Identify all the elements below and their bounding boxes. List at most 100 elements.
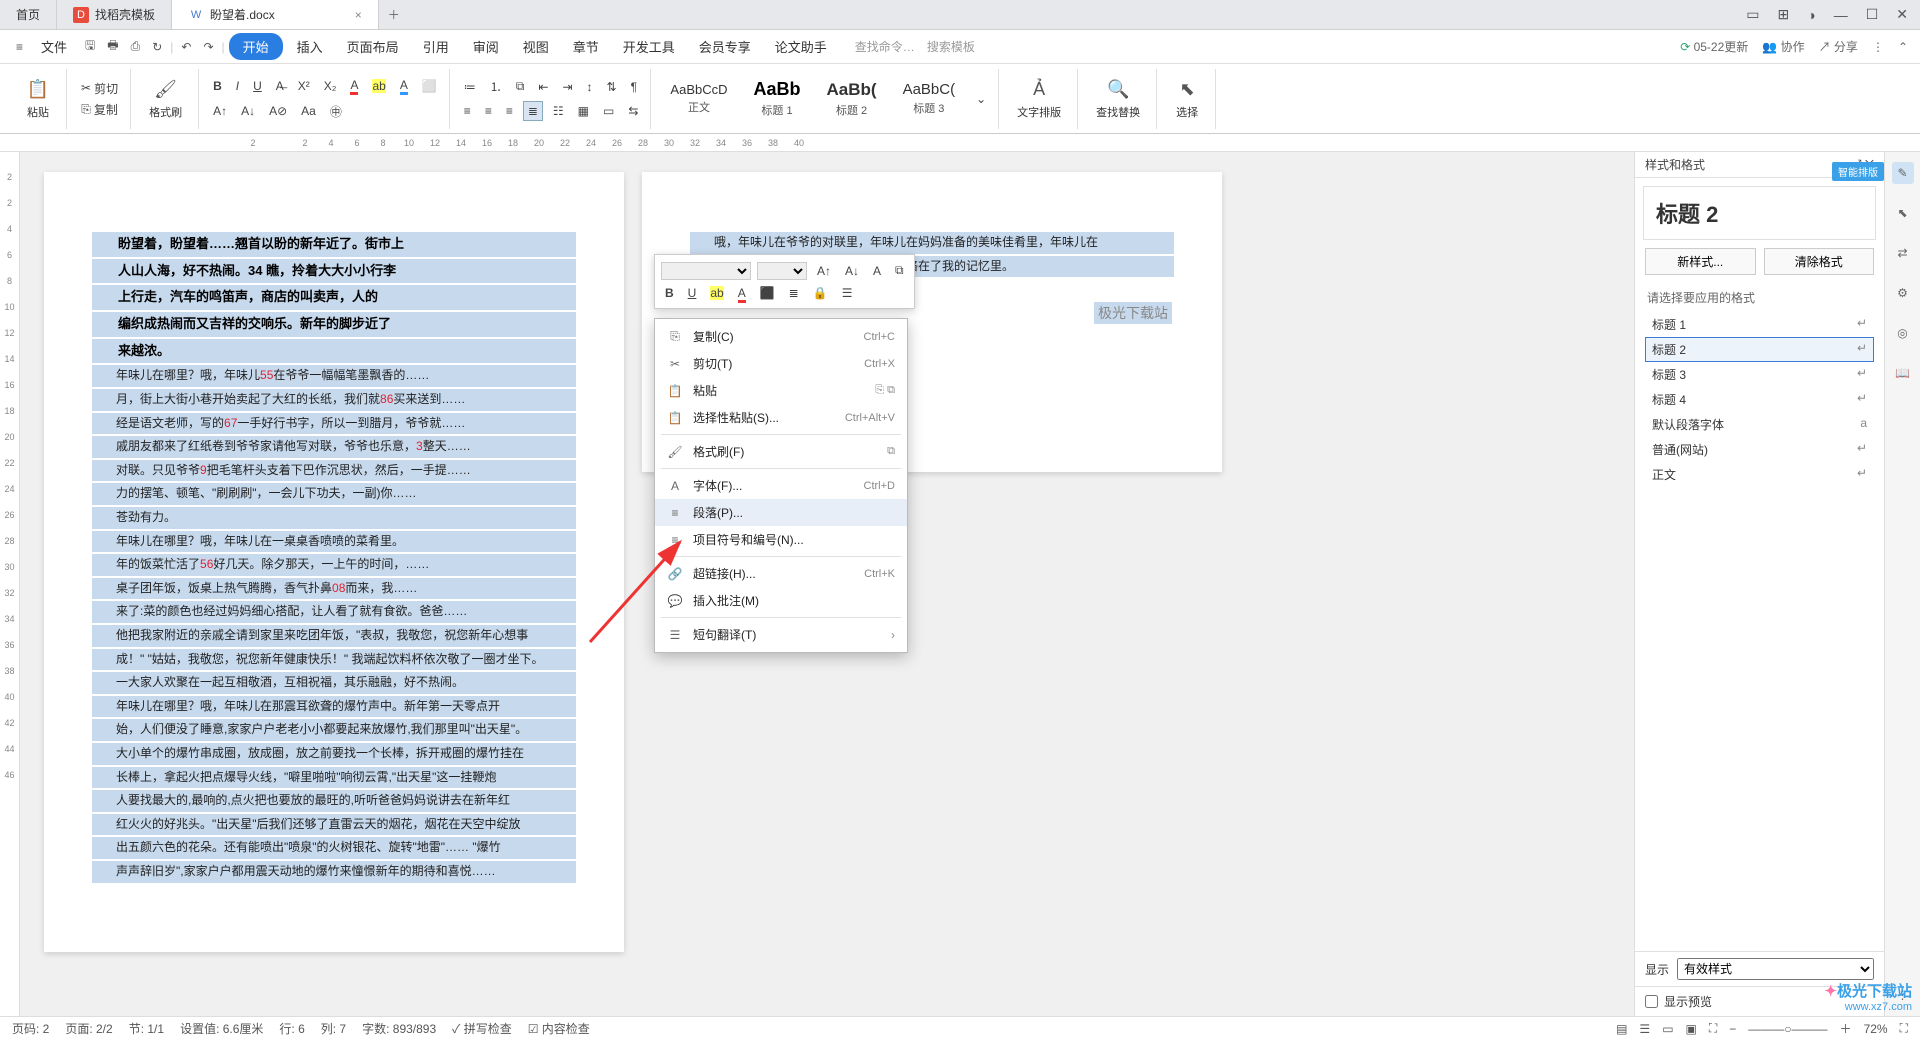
menu-file[interactable]: 文件 (31, 33, 77, 60)
search-template-input[interactable]: 搜索模板 (927, 38, 975, 55)
borders-button[interactable]: ▭ (599, 102, 618, 120)
style-heading1[interactable]: AaBb标题 1 (745, 74, 810, 123)
collapse-ribbon-icon[interactable]: ⌃ (1898, 40, 1908, 54)
zoom-slider[interactable]: ———○——— (1748, 1022, 1827, 1036)
text-layout-button[interactable]: Ả 文字排版 (1009, 74, 1069, 124)
mini-bold-icon[interactable]: B (661, 284, 678, 302)
view-outline-icon[interactable]: ▭ (1662, 1022, 1673, 1036)
preview-checkbox[interactable] (1645, 995, 1658, 1008)
menu-reference[interactable]: 引用 (413, 33, 459, 60)
redo-icon[interactable]: ↷ (199, 36, 217, 58)
menu-review[interactable]: 审阅 (463, 33, 509, 60)
clear-format-button-panel[interactable]: 清除格式 (1764, 248, 1875, 275)
strike-button[interactable]: A̶ (272, 77, 288, 95)
smart-layout-badge[interactable]: 智能排版 (1832, 162, 1884, 181)
view-web-icon[interactable]: ☰ (1639, 1022, 1650, 1036)
mini-clear-icon[interactable]: A (869, 262, 885, 280)
menu-insert[interactable]: 插入 (287, 33, 333, 60)
format-painter-button[interactable]: 🖌 格式刷 (141, 74, 190, 124)
mini-align-icon[interactable]: ≣ (785, 284, 803, 302)
line-spacing-button[interactable]: ↕ (583, 78, 597, 96)
style-more-button[interactable]: ⌄ (972, 90, 990, 108)
coop-button[interactable]: 👥 协作 (1762, 38, 1804, 55)
style-item-default-font[interactable]: 默认段落字体a (1645, 412, 1874, 437)
shading-button[interactable]: ▦ (574, 102, 593, 120)
mini-highlight-icon[interactable]: ab (706, 284, 727, 302)
search-command-input[interactable]: 查找命令… (855, 38, 915, 55)
style-item-heading1[interactable]: 标题 1↵ (1645, 312, 1874, 337)
copy-button[interactable]: ⎘ 复制 (77, 99, 122, 120)
current-style-display[interactable]: 标题 2 (1643, 186, 1876, 240)
grid-icon[interactable]: ⊞ (1778, 6, 1790, 23)
side-edit-icon[interactable]: ✎ (1892, 162, 1914, 184)
select-button[interactable]: ⬉ 选择 (1167, 74, 1207, 124)
style-heading2[interactable]: AaBb(标题 2 (818, 75, 886, 123)
horizontal-ruler[interactable]: 2246810121416182022242628303234363840 (0, 134, 1920, 152)
side-target-icon[interactable]: ◎ (1892, 322, 1914, 344)
grow-font-button[interactable]: A↑ (209, 102, 231, 120)
paste-button[interactable]: 📋 粘贴 (18, 74, 58, 124)
ctx-paste[interactable]: 📋粘贴⎘ ⧉ (655, 377, 907, 404)
align-left-button[interactable]: ≡ (460, 102, 475, 120)
underline-button[interactable]: U (249, 77, 266, 95)
bold-button[interactable]: B (209, 77, 226, 95)
zoom-value[interactable]: 72% (1864, 1022, 1888, 1036)
style-item-heading2[interactable]: 标题 2↵ (1645, 337, 1874, 362)
phonetic-button[interactable]: ㊥ (326, 101, 346, 122)
subscript-button[interactable]: X₂ (320, 77, 341, 95)
new-style-button[interactable]: 新样式... (1645, 248, 1756, 275)
ctx-paragraph[interactable]: ≡段落(P)... (655, 499, 907, 526)
close-button[interactable]: ✕ (1896, 6, 1908, 23)
menu-devtools[interactable]: 开发工具 (613, 33, 685, 60)
zoom-out-button[interactable]: − (1729, 1022, 1736, 1036)
highlight-button[interactable]: ab (368, 77, 389, 95)
view-print-icon[interactable]: ▤ (1616, 1022, 1627, 1036)
ctx-paste-special[interactable]: 📋选择性粘贴(S)...Ctrl+Alt+V (655, 404, 907, 431)
more-icon[interactable]: ⋮ (1872, 40, 1884, 54)
side-cursor-icon[interactable]: ⬉ (1892, 202, 1914, 224)
style-item-web[interactable]: 普通(网站)↵ (1645, 437, 1874, 462)
clear-format-button[interactable]: A⊘ (265, 102, 291, 120)
menu-member[interactable]: 会员专享 (689, 33, 761, 60)
cut-button[interactable]: ✂ 剪切 (77, 78, 122, 99)
tab-home[interactable]: 首页 (0, 0, 57, 29)
superscript-button[interactable]: X² (294, 77, 314, 95)
mini-font-dropdown[interactable] (661, 262, 751, 280)
quick-print-icon[interactable]: 🖶 (103, 32, 122, 61)
side-nav-icon[interactable]: ⇄ (1892, 242, 1914, 264)
mini-font-color-icon[interactable]: A (734, 284, 750, 302)
style-item-heading4[interactable]: 标题 4↵ (1645, 387, 1874, 412)
zoom-in-button[interactable]: ＋ (1840, 1020, 1852, 1037)
update-badge[interactable]: ⟳ 05-22更新 (1680, 38, 1748, 55)
mini-list-icon[interactable]: ☰ (838, 284, 857, 302)
mini-lock-icon[interactable]: 🔒 (809, 284, 832, 302)
ctx-hyperlink[interactable]: 🔗超链接(H)...Ctrl+K (655, 560, 907, 587)
mini-shade-icon[interactable]: ⬛ (756, 284, 779, 302)
style-item-heading3[interactable]: 标题 3↵ (1645, 362, 1874, 387)
menu-layout[interactable]: 页面布局 (337, 33, 409, 60)
tab-document[interactable]: W 盼望着.docx × (172, 0, 379, 29)
ctx-font[interactable]: A字体(F)...Ctrl+D (655, 472, 907, 499)
layout-icon[interactable]: ▭ (1746, 6, 1759, 23)
close-tab-icon[interactable]: × (355, 8, 362, 22)
document-text[interactable]: 盼望着，盼望着……翘首以盼的新年近了。街市上 人山人海，好不热闹。34 瞧，拎着… (92, 232, 576, 883)
style-normal[interactable]: AaBbCcD正文 (661, 77, 736, 120)
mini-grow-font-icon[interactable]: A↑ (813, 262, 835, 280)
menu-chapter[interactable]: 章节 (563, 33, 609, 60)
avatar-icon[interactable]: ◑ (1807, 7, 1815, 23)
ctx-copy[interactable]: ⎘复制(C)Ctrl+C (655, 323, 907, 350)
fullscreen-icon[interactable]: ⛶ (1900, 1021, 1908, 1036)
tabs-button[interactable]: ⇆ (624, 102, 642, 120)
mini-copy-style-icon[interactable]: ⧉ (891, 261, 908, 280)
align-justify-button[interactable]: ≣ (523, 101, 543, 121)
page-1[interactable]: 盼望着，盼望着……翘首以盼的新年近了。街市上 人山人海，好不热闹。34 瞧，拎着… (44, 172, 624, 952)
show-dropdown[interactable]: 有效样式 (1677, 958, 1874, 980)
char-shade-button[interactable]: A (396, 76, 412, 97)
shrink-font-button[interactable]: A↓ (237, 102, 259, 120)
status-spellcheck[interactable]: ✓ 拼写检查 (452, 1020, 512, 1037)
align-center-button[interactable]: ≡ (481, 102, 496, 120)
distribute-button[interactable]: ☷ (549, 102, 568, 120)
sort-button[interactable]: ⇅ (603, 78, 621, 96)
quick-save-icon[interactable]: 🖫 (81, 32, 99, 61)
style-heading3[interactable]: AaBbC(标题 3 (894, 76, 965, 121)
